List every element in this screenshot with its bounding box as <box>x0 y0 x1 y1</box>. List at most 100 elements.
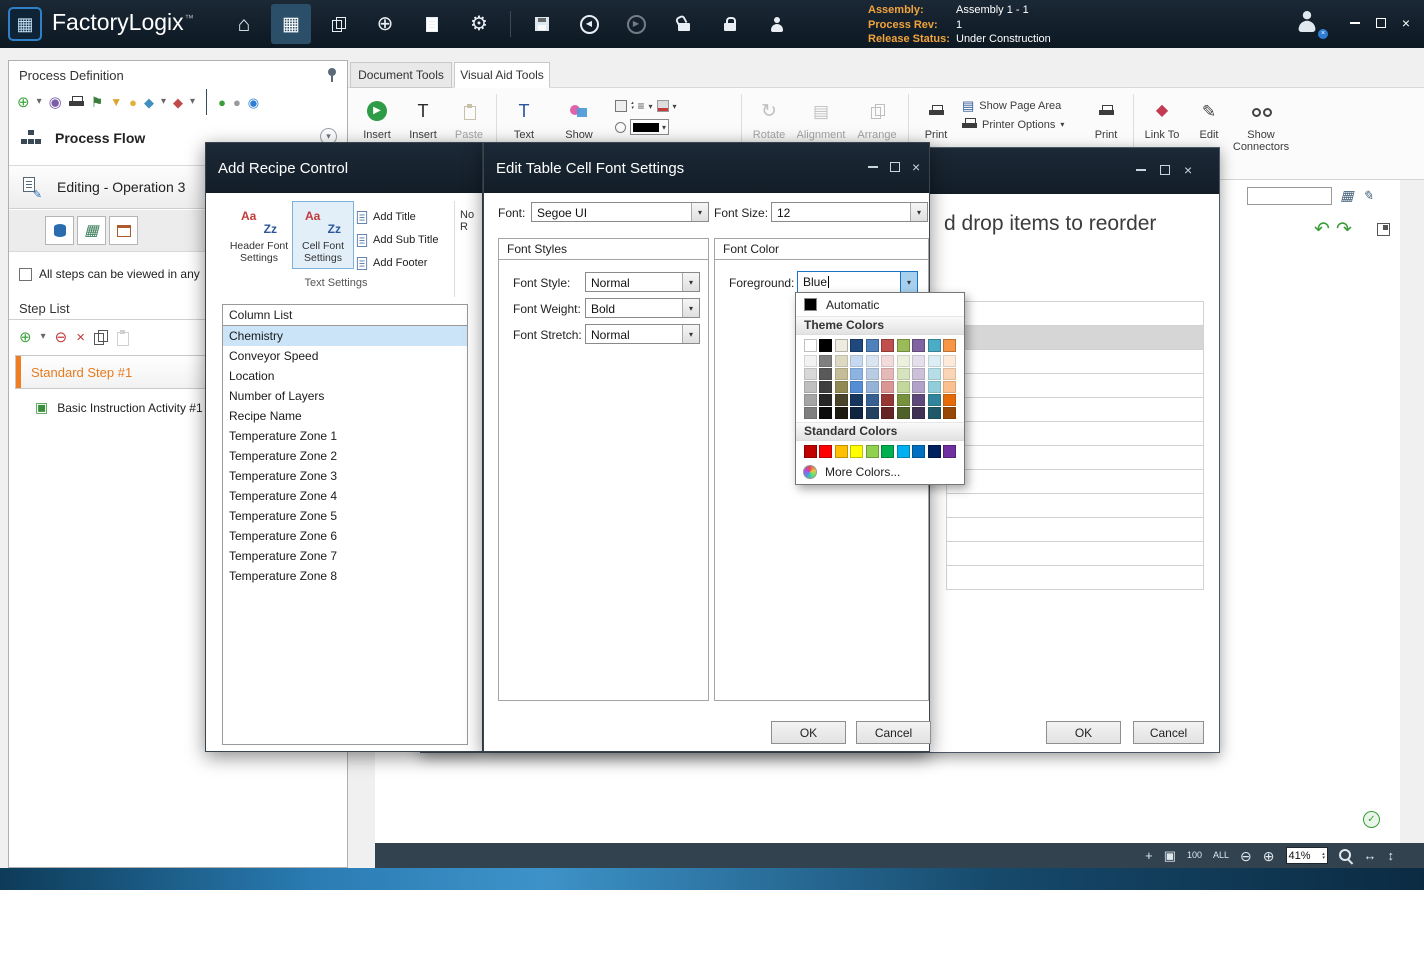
printer-options-button[interactable]: Printer Options▾ <box>962 118 1080 131</box>
color-swatch[interactable] <box>943 381 956 393</box>
color-swatch[interactable] <box>804 394 817 406</box>
font-style-select[interactable]: Normal <box>585 272 700 292</box>
color-swatch[interactable] <box>850 407 863 419</box>
color-swatch[interactable] <box>928 339 941 352</box>
flow-icon[interactable]: ⚑ <box>91 95 104 109</box>
dropdown-arrow-icon[interactable] <box>682 273 699 291</box>
production-icon[interactable]: ⊕ <box>365 4 405 44</box>
reorder-row[interactable] <box>946 302 1204 326</box>
ok-button[interactable]: OK <box>771 721 846 744</box>
color-swatch[interactable] <box>804 407 817 419</box>
text-button[interactable]: TText <box>502 93 546 141</box>
color-swatch[interactable] <box>850 339 863 352</box>
print-button[interactable]: Print <box>914 93 958 141</box>
close-button[interactable] <box>1184 165 1192 175</box>
reorder-row[interactable] <box>946 398 1204 422</box>
settings-gear-icon[interactable]: ⚙ <box>459 4 499 44</box>
add-caret-icon[interactable]: ▾ <box>37 97 42 107</box>
color-swatch[interactable] <box>881 445 894 458</box>
delete-step-icon[interactable]: × <box>76 330 85 345</box>
navigate-icon[interactable]: ◉ <box>49 95 62 110</box>
filter-input[interactable] <box>1247 187 1332 205</box>
home-icon[interactable]: ⌂ <box>224 4 264 44</box>
color-swatch[interactable] <box>866 381 879 393</box>
add-footer-button[interactable]: Add Footer <box>356 253 427 273</box>
insert-object-button[interactable]: ▶Insert <box>355 93 399 141</box>
color-swatch[interactable] <box>928 445 941 458</box>
unlock-icon[interactable] <box>663 4 703 44</box>
color-swatch[interactable] <box>819 339 832 352</box>
color-swatch[interactable] <box>928 355 941 367</box>
color-swatch[interactable] <box>850 381 863 393</box>
reorder-row[interactable] <box>946 446 1204 470</box>
font-size-select[interactable]: 12 <box>771 202 928 222</box>
color-swatch[interactable] <box>866 394 879 406</box>
dropdown-arrow-icon[interactable] <box>910 203 927 221</box>
reorder-row[interactable] <box>946 374 1204 398</box>
zoom-select-icon[interactable] <box>1339 849 1353 863</box>
color-swatch[interactable] <box>928 407 941 419</box>
cancel-button[interactable]: Cancel <box>856 721 931 744</box>
color-swatch[interactable] <box>835 339 848 352</box>
reorder-row[interactable] <box>946 542 1204 566</box>
color-swatch[interactable] <box>943 368 956 380</box>
color-swatch[interactable] <box>804 355 817 367</box>
color-swatch[interactable] <box>835 355 848 367</box>
color-swatch[interactable] <box>835 407 848 419</box>
color-swatch[interactable] <box>850 394 863 406</box>
add-step-caret-icon[interactable]: ▾ <box>41 332 46 342</box>
documents-icon[interactable] <box>318 4 358 44</box>
add-step-icon[interactable]: ⊕ <box>19 330 32 345</box>
column-list-item[interactable]: Chemistry <box>223 326 467 346</box>
column-list-item[interactable]: Temperature Zone 7 <box>223 546 467 566</box>
remove-step-icon[interactable]: ⊖ <box>55 330 68 345</box>
add-icon[interactable]: ⊕ <box>17 95 30 110</box>
zoom-in-icon[interactable]: ⊕ <box>1263 849 1275 863</box>
fill-color-dropdown[interactable]: ▾ <box>673 102 677 111</box>
color-swatch[interactable] <box>897 394 910 406</box>
link-to-button[interactable]: ◆Link To <box>1139 93 1185 141</box>
shape-size-stepper[interactable] <box>631 101 634 111</box>
color-swatch[interactable] <box>912 381 925 393</box>
automatic-color-option[interactable]: Automatic <box>796 293 964 316</box>
redo-icon[interactable] <box>1336 218 1352 241</box>
tab-visual-aid-tools[interactable]: Visual Aid Tools <box>454 62 550 88</box>
header-font-settings-button[interactable]: Header FontSettings <box>228 201 290 269</box>
color-swatch[interactable] <box>850 355 863 367</box>
color-swatch[interactable] <box>866 407 879 419</box>
font-stretch-select[interactable]: Normal <box>585 324 700 344</box>
palette-icon[interactable]: ◆ <box>144 96 154 109</box>
color-swatch[interactable] <box>897 368 910 380</box>
color-swatch[interactable] <box>819 407 832 419</box>
color-swatch[interactable] <box>819 445 832 458</box>
add-sub-title-button[interactable]: Add Sub Title <box>356 230 438 250</box>
color-swatch[interactable] <box>928 394 941 406</box>
font-select[interactable]: Segoe UI <box>531 202 709 222</box>
color-swatch[interactable] <box>804 445 817 458</box>
dropdown-arrow-icon[interactable] <box>682 299 699 317</box>
color-swatch[interactable] <box>804 381 817 393</box>
zoom-all-icon[interactable]: ALL <box>1213 851 1229 860</box>
table-button[interactable] <box>77 216 106 245</box>
column-list-item[interactable]: Location <box>223 366 467 386</box>
reorder-row[interactable] <box>946 470 1204 494</box>
color-swatch[interactable] <box>897 339 910 352</box>
color-swatch[interactable] <box>835 394 848 406</box>
color-swatch[interactable] <box>943 407 956 419</box>
font-weight-select[interactable]: Bold <box>585 298 700 318</box>
all-steps-checkbox[interactable] <box>19 268 32 281</box>
insert-text-button[interactable]: TInsert <box>401 93 445 141</box>
expand-icon[interactable] <box>1377 223 1390 241</box>
reports-icon[interactable] <box>412 4 452 44</box>
column-list-item[interactable]: Temperature Zone 6 <box>223 526 467 546</box>
column-list-item[interactable]: Temperature Zone 8 <box>223 566 467 586</box>
color-swatch[interactable] <box>881 355 894 367</box>
minimize-button[interactable] <box>1350 22 1360 24</box>
color-swatch[interactable] <box>943 394 956 406</box>
color-swatch[interactable] <box>912 368 925 380</box>
color-swatch[interactable] <box>881 381 894 393</box>
show-page-area-button[interactable]: ▤Show Page Area <box>962 99 1080 112</box>
color-swatch[interactable] <box>912 445 925 458</box>
color-swatch[interactable] <box>819 381 832 393</box>
color-swatch[interactable] <box>866 355 879 367</box>
